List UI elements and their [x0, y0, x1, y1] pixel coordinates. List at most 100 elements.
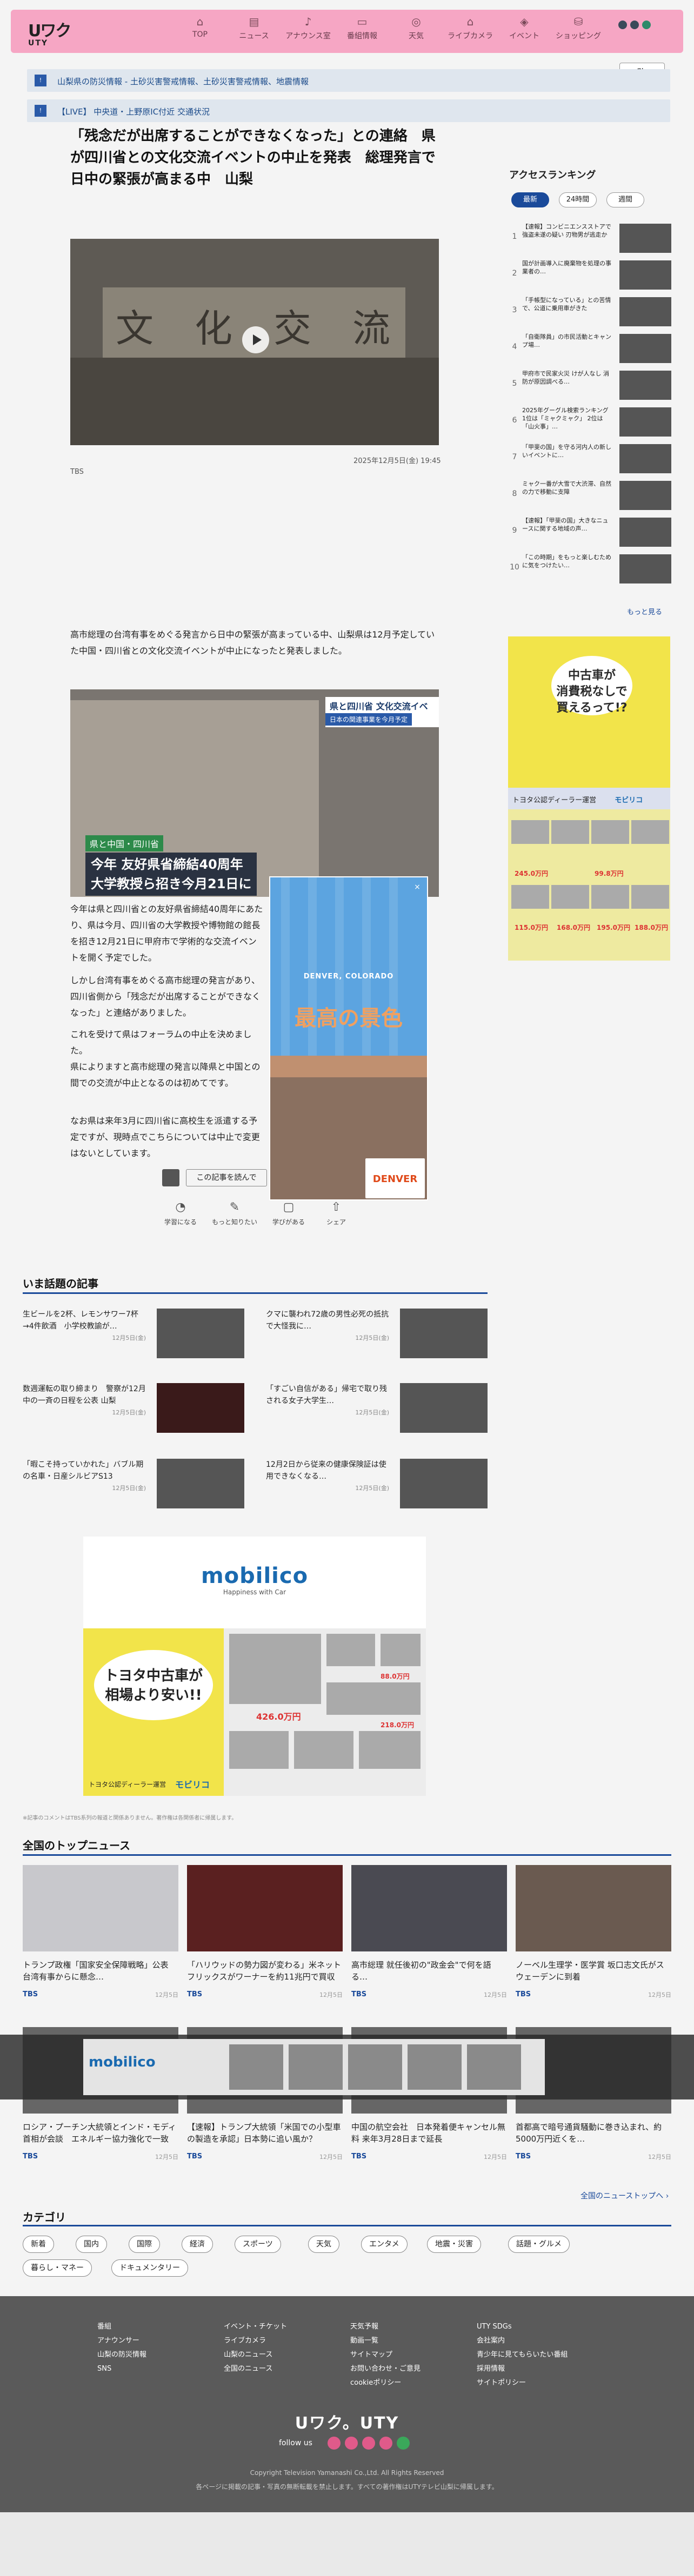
instagram-icon[interactable]: [362, 2437, 375, 2450]
alert-bar[interactable]: ! 【LIVE】 中央道・上野原IC付近 交通状況: [27, 99, 670, 122]
footer-link[interactable]: SNS: [97, 2362, 146, 2376]
ranking-item[interactable]: 2 国が計画導入に廃棄物を処理の事業者の…: [509, 258, 671, 291]
top-news-more-link[interactable]: 全国のニューストップへ ›: [580, 2190, 669, 2201]
trending-item[interactable]: 「すごい自信がある」帰宅で取り残される女子大学生… 12月5日(金): [266, 1383, 389, 1419]
footer-link[interactable]: アナウンサー: [97, 2334, 146, 2348]
footer-link[interactable]: サイトマップ: [350, 2348, 421, 2362]
news-card[interactable]: 「ハリウッドの勢力図が変わる」米ネットフリックスがワーナーを約11兆円で買収へ T…: [187, 1865, 343, 1999]
nav-item-weather[interactable]: ◎ 天気: [389, 15, 443, 41]
site-logo[interactable]: Uワク UTY: [28, 17, 77, 48]
reaction-insight-button[interactable]: ▢ 学びがある: [262, 1200, 316, 1226]
category-chip[interactable]: 国内: [76, 2236, 107, 2253]
tab-weekly[interactable]: 週間: [606, 192, 644, 207]
nav-item-top[interactable]: ⌂ TOP: [173, 15, 227, 41]
share-button[interactable]: ⇧ シェア: [309, 1200, 363, 1226]
popup-stripe: [389, 877, 398, 1061]
article-credit[interactable]: TBS: [70, 468, 84, 476]
popup-close-icon[interactable]: ×: [412, 882, 423, 893]
news-card[interactable]: トランプ政権「国家安全保障戦略」公表 台湾有事からに懸念… TBS 12月5日: [23, 1865, 178, 1999]
reaction-know-more-button[interactable]: ✎ もっと知りたい: [208, 1200, 262, 1226]
footer-link[interactable]: 採用情報: [477, 2362, 568, 2376]
rank-number: 4: [512, 343, 517, 351]
mid-ad[interactable]: mobilico Happiness with Car トヨタ中古車が 相場より…: [83, 1537, 426, 1796]
tab-latest[interactable]: 最新: [511, 192, 549, 207]
ranking-more-link[interactable]: もっと見る: [627, 606, 662, 616]
line-icon[interactable]: [642, 21, 651, 29]
ranking-item[interactable]: 5 甲府市で民家火災 けが人なし 消防が原因調べる…: [509, 368, 671, 401]
trending-thumb[interactable]: [157, 1459, 244, 1508]
category-chip[interactable]: スポーツ: [235, 2236, 281, 2253]
hero-char: 文: [116, 306, 154, 351]
trending-thumb[interactable]: [400, 1459, 488, 1508]
nav-item-announcers[interactable]: ♪ アナウンス室: [281, 15, 335, 41]
footer-link[interactable]: 山梨のニュース: [224, 2348, 287, 2362]
play-icon[interactable]: [242, 326, 269, 353]
nav-item-shopping[interactable]: ⛁ ショッピング: [551, 15, 605, 41]
news-card[interactable]: ノーベル生理学・医学賞 坂口志文氏がスウェーデンに到着 TBS 12月5日: [516, 1865, 671, 1999]
category-chip[interactable]: ドキュメンタリー: [111, 2259, 188, 2277]
ranking-item[interactable]: 3 「手帳型になっている」との苦情で、公道に乗用車がきた: [509, 295, 671, 327]
nav-item-news[interactable]: ▤ ニュース: [227, 15, 281, 41]
footer-col: 天気予報 動画一覧 サイトマップ お問い合わせ・ご意見 cookieポリシー: [350, 2320, 421, 2390]
ad-brand-logo: mobilico: [201, 1564, 309, 1588]
category-chip[interactable]: 経済: [182, 2236, 213, 2253]
alert-bar[interactable]: ! 山梨県の防災情報 - 土砂災害警戒情報、土砂災害警戒情報、地震情報: [27, 69, 670, 92]
ranking-item[interactable]: 6 2025年グーグル検索ランキング 1位は「ミャクミャク」 2位は「山火事」…: [509, 405, 671, 438]
category-chip[interactable]: 新着: [23, 2236, 54, 2253]
footer-link[interactable]: 天気予報: [350, 2320, 421, 2334]
youtube-icon[interactable]: [328, 2437, 341, 2450]
category-chip[interactable]: 暮らし・マネー: [23, 2259, 92, 2277]
footer-link[interactable]: イベント・チケット: [224, 2320, 287, 2334]
footer-link[interactable]: ライブカメラ: [224, 2334, 287, 2348]
trending-item[interactable]: 数週運転の取り締まり 警察が12月中の一斉の日程を公表 山梨 12月5日(金): [23, 1383, 146, 1419]
category-chip[interactable]: エンタメ: [361, 2236, 408, 2253]
nav-item-events[interactable]: ◈ イベント: [497, 15, 551, 41]
footer-link[interactable]: 全国のニュース: [224, 2362, 287, 2376]
sticky-bottom-ad[interactable]: mobilico: [0, 2035, 694, 2099]
ranking-item[interactable]: 8 ミャク一番が大雪で大渋滞、自然の力で移動に支障: [509, 479, 671, 511]
category-chip[interactable]: 話題・グルメ: [508, 2236, 570, 2253]
footer-link[interactable]: お問い合わせ・ご意見: [350, 2362, 421, 2376]
footer-link[interactable]: 会社案内: [477, 2334, 568, 2348]
instagram-icon[interactable]: [630, 21, 639, 29]
trending-thumb[interactable]: [157, 1309, 244, 1358]
tiktok-icon[interactable]: [379, 2437, 392, 2450]
x-icon[interactable]: [618, 21, 627, 29]
category-chip[interactable]: 国際: [129, 2236, 160, 2253]
tab-24h[interactable]: 24時間: [559, 192, 597, 207]
footer-link[interactable]: サイトポリシー: [477, 2376, 568, 2390]
footer-link[interactable]: cookieポリシー: [350, 2376, 421, 2390]
side-ad[interactable]: 中古車が 消費税なしで 買えるって!? トヨタ公認ディーラー運営 モビリコ 24…: [508, 636, 670, 961]
alert-icon: !: [35, 105, 46, 117]
nav-item-programs[interactable]: ▭ 番組情報: [335, 15, 389, 41]
category-chip[interactable]: 天気: [308, 2236, 339, 2253]
line-icon[interactable]: [397, 2437, 410, 2450]
nav-item-livecam[interactable]: ⌂ ライブカメラ: [443, 15, 497, 41]
trending-item[interactable]: クマに襲われ72歳の男性必死の抵抗で大怪我に… 12月5日(金): [266, 1309, 389, 1344]
news-title: 【速報】トランプ大統領「米国での小型車の製造を承認」日本勢に追い風か？: [187, 2122, 341, 2144]
footer-link[interactable]: 山梨の防災情報: [97, 2348, 146, 2362]
ad-price: 88.0万円: [381, 1673, 410, 1680]
trending-item[interactable]: 「暇こそ持っていかれた」バブル期の名車・日産シルビアS13 12月5日(金): [23, 1459, 146, 1494]
footer-link[interactable]: 動画一覧: [350, 2334, 421, 2348]
share-icon: ⇧: [331, 1200, 342, 1214]
footer-link[interactable]: UTY SDGs: [477, 2320, 568, 2334]
facebook-icon[interactable]: [345, 2437, 358, 2450]
ranking-item[interactable]: 7 「甲斐の国」を守る河内人の新しいイベントに…: [509, 442, 671, 474]
ranking-item[interactable]: 10 「この時期」をもっと楽しむために気をつけたい…: [509, 552, 671, 585]
trending-item[interactable]: 12月2日から従来の健康保険証は使用できなくなる… 12月5日(金): [266, 1459, 389, 1494]
ranking-item[interactable]: 4 「自衛隊員」の市民活動とキャンプ場…: [509, 332, 671, 364]
footer-link[interactable]: 青少年に見てもらいたい番組: [477, 2348, 568, 2362]
category-chip[interactable]: 地震・災害: [427, 2236, 481, 2253]
ranking-item[interactable]: 9 【速報】「甲斐の国」大きなニュースに関する地域の声…: [509, 515, 671, 548]
ranking-item[interactable]: 1 【速報】コンビニエンスストアで強盗未遂の疑い 刃物男が逃走か: [509, 222, 671, 254]
footer-logo[interactable]: Uワク。UTY: [0, 2410, 694, 2433]
footer-link[interactable]: 番組: [97, 2320, 146, 2334]
trending-thumb[interactable]: [157, 1383, 244, 1433]
trending-thumb[interactable]: [400, 1309, 488, 1358]
news-card[interactable]: 高市総理 就任後初の"政金会"で何を語る… TBS 12月5日: [351, 1865, 507, 1999]
trending-thumb[interactable]: [400, 1383, 488, 1433]
trending-item[interactable]: 生ビールを2杯、レモンサワー7杯→4件飲酒 小学校教諭が… 12月5日(金): [23, 1309, 146, 1344]
reaction-learn-button[interactable]: ◔ 学習になる: [154, 1200, 208, 1226]
popup-ad[interactable]: × DENVER, COLORADO 最高の景色 DENVER: [269, 876, 428, 1200]
